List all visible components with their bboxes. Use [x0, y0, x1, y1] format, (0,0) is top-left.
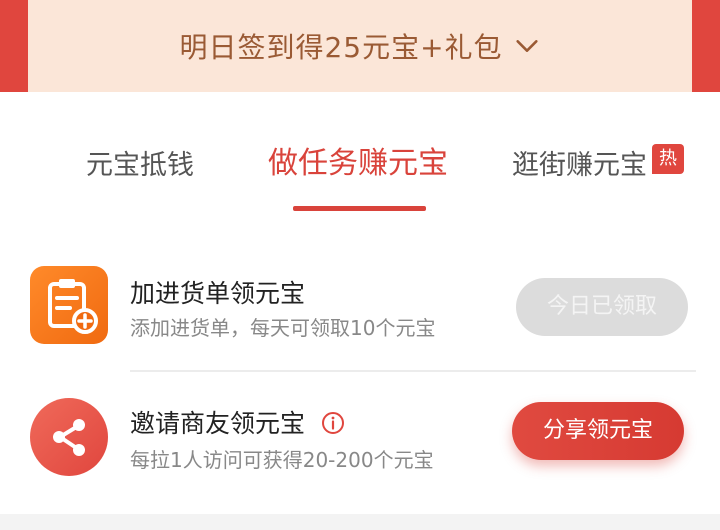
share-earn-button[interactable]: 分享领元宝 — [512, 402, 684, 460]
claimed-today-button[interactable]: 今日已领取 — [516, 278, 688, 336]
bottom-spacer — [0, 514, 720, 530]
tab-bar: 元宝抵钱 做任务赚元宝 逛街赚元宝 热 — [0, 92, 720, 222]
task-row-add-cart: 加进货单领元宝 添加进货单，每天可领取10个元宝 今日已领取 — [0, 252, 720, 372]
divider — [130, 370, 696, 372]
banner-frame: 明日签到得25元宝+礼包 — [0, 0, 720, 92]
info-icon[interactable] — [321, 411, 345, 435]
share-icon — [30, 398, 108, 476]
active-tab-indicator — [293, 206, 426, 211]
hot-badge: 热 — [652, 144, 684, 174]
tab-task-earn[interactable]: 做任务赚元宝 — [268, 146, 448, 182]
clipboard-add-icon — [30, 266, 108, 344]
tab-yuanbao-discount[interactable]: 元宝抵钱 — [86, 148, 194, 184]
signin-banner[interactable]: 明日签到得25元宝+礼包 — [28, 0, 692, 92]
task-desc: 添加进货单，每天可领取10个元宝 — [130, 316, 436, 340]
banner-text: 明日签到得25元宝+礼包 — [179, 31, 503, 64]
task-desc: 每拉1人访问可获得20-200个元宝 — [130, 448, 434, 472]
task-row-invite: 邀请商友领元宝 每拉1人访问可获得20-200个元宝 分享领元宝 — [0, 376, 720, 496]
tab-shopping-earn[interactable]: 逛街赚元宝 — [512, 148, 647, 184]
chevron-down-icon — [515, 40, 538, 52]
task-title-wrap: 邀请商友领元宝 — [130, 404, 345, 440]
task-title: 加进货单领元宝 — [130, 279, 306, 308]
task-title: 邀请商友领元宝 — [130, 409, 306, 438]
